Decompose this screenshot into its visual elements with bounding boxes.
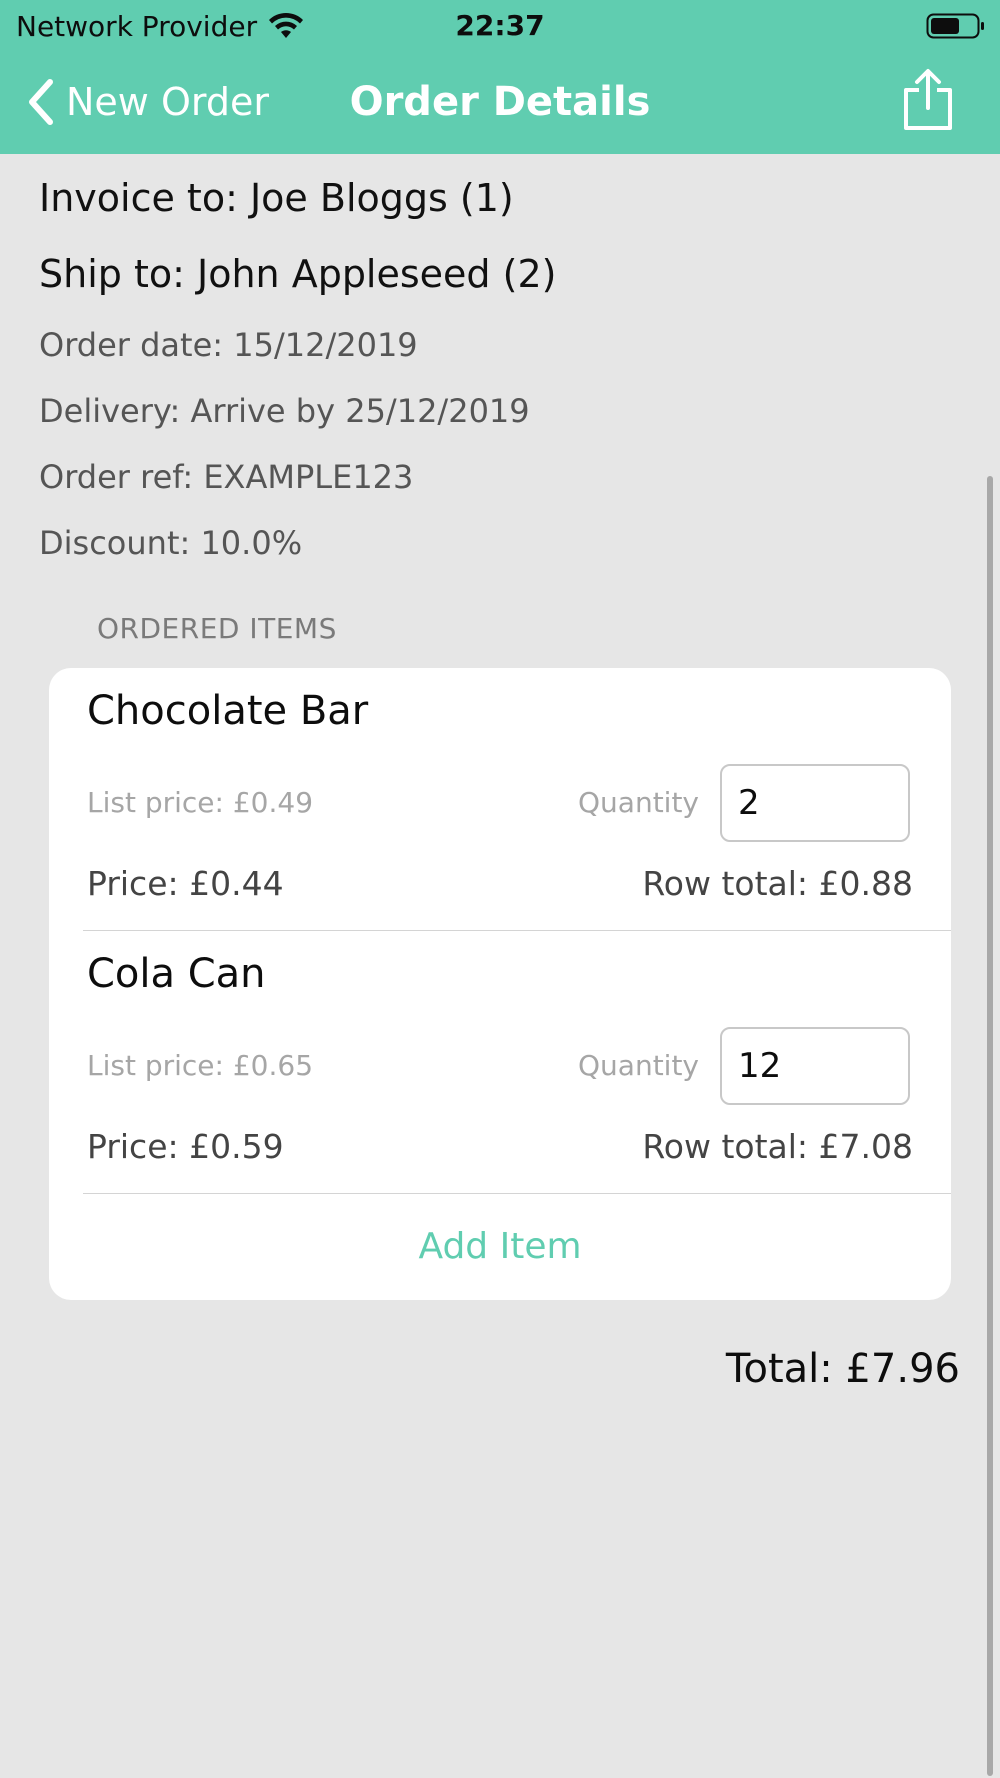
quantity-label: Quantity	[578, 786, 699, 819]
invoice-to: Invoice to: Joe Bloggs (1)	[39, 176, 514, 220]
item-name: Cola Can	[87, 951, 266, 997]
page-title: Order Details	[349, 79, 651, 125]
navigation-bar: Network Provider 22:37 New Order Order D…	[0, 0, 1000, 154]
order-ref: Order ref: EXAMPLE123	[39, 458, 414, 496]
order-total: Total: £7.96	[725, 1346, 960, 1392]
order-item-row[interactable]: Chocolate Bar List price: £0.49 Quantity…	[49, 668, 951, 931]
ordered-items-card: Chocolate Bar List price: £0.49 Quantity…	[49, 668, 951, 1300]
order-date: Order date: 15/12/2019	[39, 326, 418, 364]
item-name: Chocolate Bar	[87, 688, 369, 734]
share-icon[interactable]	[902, 68, 954, 132]
list-price: List price: £0.65	[87, 1049, 314, 1082]
battery-icon	[926, 13, 984, 39]
add-item-button[interactable]: Add Item	[49, 1226, 951, 1267]
row-total: Row total: £7.08	[642, 1127, 913, 1166]
row-total: Row total: £0.88	[642, 864, 913, 903]
quantity-input[interactable]: 12	[720, 1027, 910, 1105]
item-price: Price: £0.59	[87, 1127, 284, 1166]
ship-to: Ship to: John Appleseed (2)	[39, 252, 557, 296]
status-time: 22:37	[455, 9, 545, 42]
delivery-date: Delivery: Arrive by 25/12/2019	[39, 392, 530, 430]
row-divider	[83, 1193, 951, 1194]
discount: Discount: 10.0%	[39, 524, 303, 562]
item-price: Price: £0.44	[87, 864, 284, 903]
scrollbar[interactable]	[987, 476, 993, 1776]
list-price: List price: £0.49	[87, 786, 314, 819]
quantity-input[interactable]: 2	[720, 764, 910, 842]
order-item-row[interactable]: Cola Can List price: £0.65 Quantity 12 P…	[49, 931, 951, 1194]
ordered-items-header: ORDERED ITEMS	[97, 612, 337, 645]
quantity-label: Quantity	[578, 1049, 699, 1082]
